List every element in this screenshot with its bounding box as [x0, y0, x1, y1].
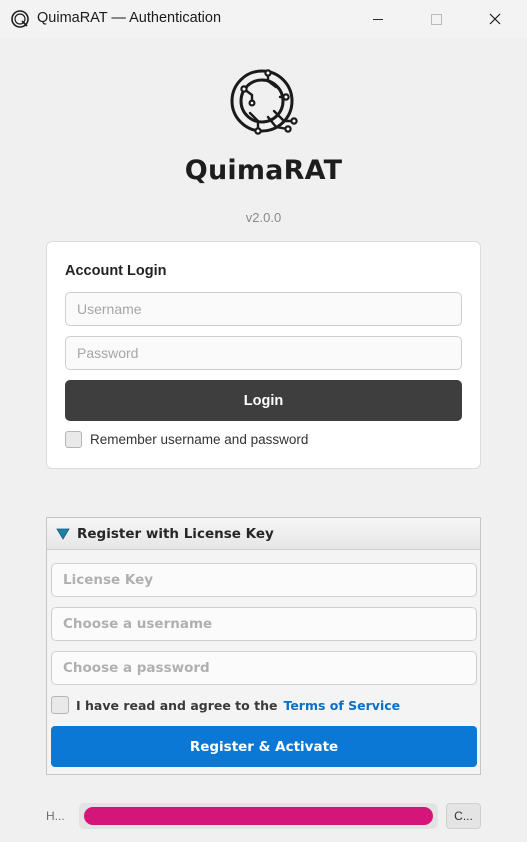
minimize-icon [373, 18, 383, 20]
terms-row: I have read and agree to the Terms of Se… [51, 696, 400, 714]
register-panel-header[interactable]: Register with License Key [47, 518, 480, 550]
register-password-input[interactable] [51, 651, 477, 685]
username-input[interactable] [65, 292, 462, 326]
minimize-button[interactable] [355, 0, 401, 38]
title-bar: QuimaRAT — Authentication [0, 0, 527, 38]
register-username-input[interactable] [51, 607, 477, 641]
login-card-title: Account Login [65, 263, 167, 279]
status-label: H... [46, 809, 65, 823]
close-icon [489, 13, 501, 25]
terms-of-service-link[interactable]: Terms of Service [283, 698, 400, 713]
register-activate-button[interactable]: Register & Activate [51, 726, 477, 767]
cancel-button[interactable]: C... [446, 803, 481, 829]
version-label: v2.0.0 [245, 210, 282, 225]
register-panel-title: Register with License Key [77, 525, 274, 542]
remember-row: Remember username and password [65, 431, 308, 448]
window-title: QuimaRAT — Authentication [37, 10, 222, 26]
terms-label: I have read and agree to the [76, 697, 278, 713]
login-button[interactable]: Login [65, 380, 462, 421]
login-card: Account Login Login Remember username an… [46, 241, 481, 469]
maximize-button[interactable] [413, 0, 459, 38]
license-key-input[interactable] [51, 563, 477, 597]
app-name: QuimaRAT [184, 155, 343, 186]
expand-triangle-icon [56, 528, 70, 540]
quimarat-logo-icon [11, 10, 29, 28]
maximize-icon [430, 13, 442, 25]
password-input[interactable] [65, 336, 462, 370]
terms-checkbox[interactable] [51, 696, 69, 714]
progress-bar [79, 803, 438, 829]
close-button[interactable] [472, 0, 518, 38]
progress-fill [84, 807, 433, 825]
register-panel: Register with License Key I have read an… [46, 517, 481, 775]
quimarat-logo-icon [230, 69, 298, 135]
remember-label: Remember username and password [90, 432, 309, 447]
remember-checkbox[interactable] [65, 431, 82, 448]
